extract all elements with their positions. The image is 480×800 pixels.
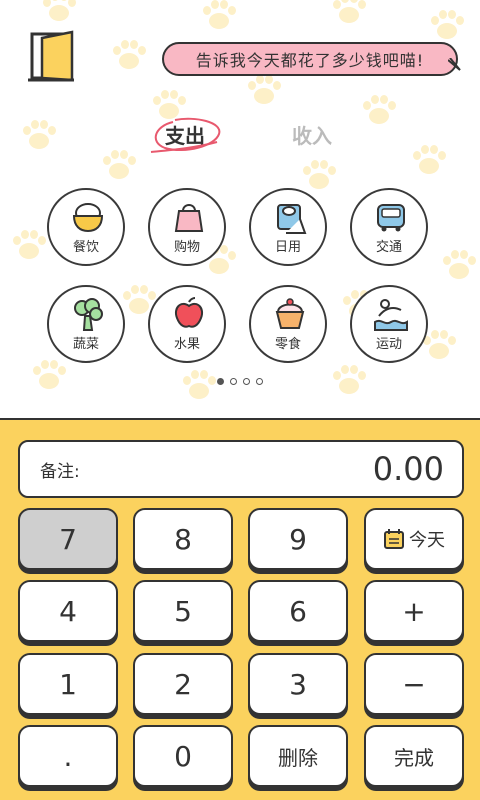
speech-bubble: 告诉我今天都花了多少钱吧喵! xyxy=(162,42,458,76)
tab-income-label: 收入 xyxy=(292,123,332,148)
tab-expense-label: 支出 xyxy=(165,123,205,148)
toilet-paper-icon xyxy=(277,204,307,234)
key-0[interactable]: 0 xyxy=(133,725,233,787)
shopping-bag-icon xyxy=(174,204,204,232)
category-label: 蔬菜 xyxy=(72,337,99,352)
key-3[interactable]: 3 xyxy=(248,653,348,715)
category-vegetables[interactable]: 蔬菜 xyxy=(47,285,125,363)
swimming-icon xyxy=(374,299,408,331)
key-7[interactable]: 7 xyxy=(18,508,118,570)
category-fruit[interactable]: 水果 xyxy=(148,285,226,363)
key-9[interactable]: 9 xyxy=(248,508,348,570)
category-label: 日用 xyxy=(274,240,301,255)
type-tabs: 支出 收入 xyxy=(0,112,480,162)
key-4[interactable]: 4 xyxy=(18,580,118,642)
category-dining[interactable]: 餐饮 xyxy=(47,188,125,266)
category-sports[interactable]: 运动 xyxy=(350,285,428,363)
page-dot[interactable] xyxy=(230,378,237,385)
tab-income[interactable]: 收入 xyxy=(272,112,352,156)
key-8[interactable]: 8 xyxy=(133,508,233,570)
speech-tail-icon xyxy=(448,58,461,71)
today-label: 今天 xyxy=(409,530,445,551)
category-label: 交通 xyxy=(375,240,402,255)
rice-bowl-icon xyxy=(72,203,104,233)
plus-button[interactable]: + xyxy=(364,580,464,642)
category-grid: 餐饮 购物 日用 交通 蔬菜 水果 零食 运动 xyxy=(0,188,480,368)
header: 告诉我今天都花了多少钱吧喵! xyxy=(0,0,480,100)
category-label: 运动 xyxy=(375,337,402,352)
door-icon xyxy=(28,30,74,82)
category-daily[interactable]: 日用 xyxy=(249,188,327,266)
bus-icon xyxy=(377,204,405,232)
amount-value: 0.00 xyxy=(372,450,444,488)
decimal-point-key[interactable]: . xyxy=(18,725,118,787)
key-5[interactable]: 5 xyxy=(133,580,233,642)
delete-button[interactable]: 删除 xyxy=(248,725,348,787)
key-1[interactable]: 1 xyxy=(18,653,118,715)
category-shopping[interactable]: 购物 xyxy=(148,188,226,266)
done-button[interactable]: 完成 xyxy=(364,725,464,787)
category-label: 水果 xyxy=(173,337,200,352)
page-dot[interactable] xyxy=(256,378,263,385)
category-label: 购物 xyxy=(173,240,200,255)
page-dot[interactable] xyxy=(217,378,224,385)
key-6[interactable]: 6 xyxy=(248,580,348,642)
category-label: 零食 xyxy=(274,337,301,352)
category-label: 餐饮 xyxy=(72,240,99,255)
note-field[interactable]: 备注: xyxy=(40,457,80,482)
category-snacks[interactable]: 零食 xyxy=(249,285,327,363)
exit-door-button[interactable] xyxy=(28,30,78,84)
calendar-icon xyxy=(384,529,404,549)
keypad-panel: 备注: 0.00 7 8 9 今天 4 5 6 + 1 2 3 − . 0 删除… xyxy=(0,418,480,800)
today-date-button[interactable]: 今天 xyxy=(364,508,464,570)
cupcake-icon xyxy=(275,298,305,329)
tab-expense[interactable]: 支出 xyxy=(145,112,225,156)
amount-display: 备注: 0.00 xyxy=(18,440,464,498)
category-transport[interactable]: 交通 xyxy=(350,188,428,266)
key-2[interactable]: 2 xyxy=(133,653,233,715)
page-indicator xyxy=(0,378,480,388)
page-dot[interactable] xyxy=(243,378,250,385)
broccoli-icon xyxy=(74,298,103,331)
apple-icon xyxy=(175,297,203,328)
minus-button[interactable]: − xyxy=(364,653,464,715)
